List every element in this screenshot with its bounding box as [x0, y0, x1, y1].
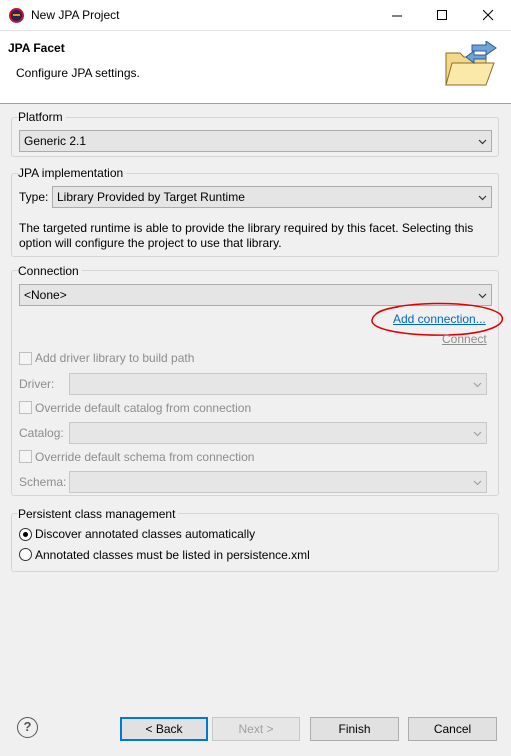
folder-banner-icon [445, 41, 497, 86]
platform-select[interactable]: Generic 2.1 [19, 130, 492, 152]
page-title: JPA Facet [8, 41, 65, 55]
override-catalog-label: Override default catalog from connection [35, 401, 252, 415]
platform-value: Generic 2.1 [24, 134, 87, 148]
chevron-down-icon [473, 382, 482, 388]
minimize-button[interactable] [374, 0, 420, 31]
page-description: Configure JPA settings. [16, 66, 140, 80]
chevron-down-icon [478, 139, 487, 145]
catalog-label: Catalog: [19, 426, 64, 440]
finish-button[interactable]: Finish [310, 717, 399, 741]
description-line: The targeted runtime is able to provide … [19, 221, 474, 235]
minimize-icon [391, 15, 402, 17]
connect-link[interactable]: Connect [442, 332, 487, 346]
connection-label: Connection [18, 264, 82, 278]
listed-classes-label: Annotated classes must be listed in pers… [35, 548, 310, 562]
chevron-down-icon [478, 293, 487, 299]
window-title: New JPA Project [31, 8, 120, 22]
back-button[interactable]: < Back [120, 717, 208, 741]
jpa-implementation-label: JPA implementation [18, 166, 127, 180]
next-button[interactable]: Next > [212, 717, 300, 741]
jpa-implementation-description: The targeted runtime is able to provide … [19, 221, 494, 251]
chevron-down-icon [478, 195, 487, 201]
maximize-button[interactable] [419, 0, 465, 31]
type-label: Type: [19, 190, 49, 204]
catalog-select[interactable] [69, 422, 487, 444]
type-value: Library Provided by Target Runtime [57, 190, 245, 204]
title-bar: New JPA Project [0, 0, 511, 31]
listed-classes-radio[interactable] [19, 548, 32, 561]
cancel-button[interactable]: Cancel [408, 717, 497, 741]
close-icon [482, 9, 493, 21]
add-driver-label: Add driver library to build path [35, 351, 195, 365]
help-button[interactable]: ? [17, 717, 38, 738]
schema-select[interactable] [69, 471, 487, 493]
connection-value: <None> [24, 288, 67, 302]
persistent-class-group [11, 513, 499, 572]
wizard-header: JPA Facet Configure JPA settings. [0, 31, 511, 104]
add-driver-checkbox[interactable] [19, 352, 32, 365]
override-schema-label: Override default schema from connection [35, 450, 255, 464]
description-line: option will configure the project to use… [19, 236, 282, 250]
eclipse-icon [9, 8, 24, 23]
discover-classes-label: Discover annotated classes automatically [35, 527, 256, 541]
override-schema-checkbox[interactable] [19, 450, 32, 463]
schema-label: Schema: [19, 475, 67, 489]
maximize-icon [436, 10, 447, 20]
close-button[interactable] [465, 0, 511, 31]
override-catalog-checkbox[interactable] [19, 401, 32, 414]
discover-classes-radio[interactable] [19, 528, 32, 541]
type-select[interactable]: Library Provided by Target Runtime [52, 186, 492, 208]
chevron-down-icon [473, 431, 482, 437]
platform-label: Platform [18, 110, 66, 124]
persistent-class-label: Persistent class management [18, 507, 179, 521]
driver-label: Driver: [19, 377, 55, 391]
driver-select[interactable] [69, 373, 487, 395]
red-circle-annotation [371, 302, 503, 336]
chevron-down-icon [473, 480, 482, 486]
